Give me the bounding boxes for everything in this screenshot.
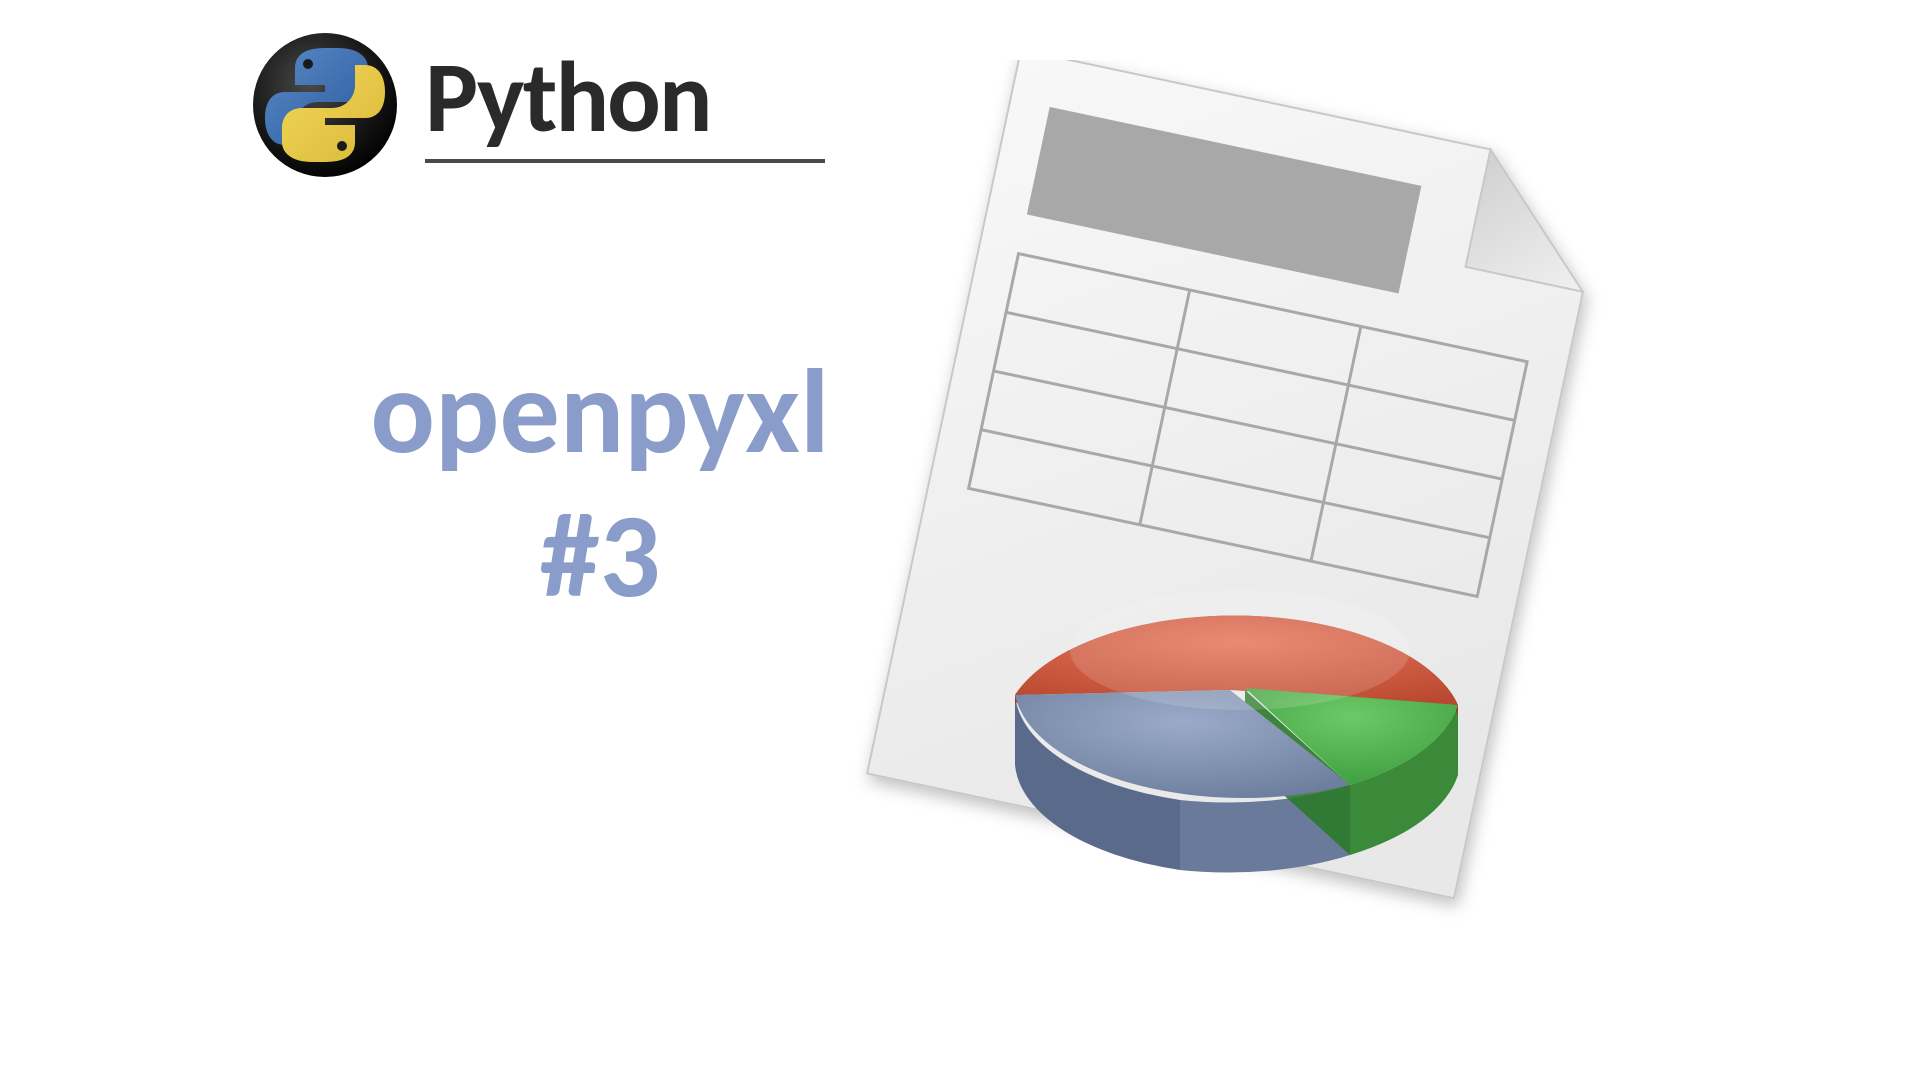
title-line-2: #3 <box>320 484 880 628</box>
python-logo-text: Python <box>425 47 825 147</box>
title-line-1: openpyxl <box>320 340 880 484</box>
python-logo-block: Python <box>250 30 825 180</box>
python-logo-icon <box>250 30 400 180</box>
python-text-wrap: Python <box>425 47 825 163</box>
main-title: openpyxl #3 <box>320 340 880 628</box>
spreadsheet-pie-graphic <box>820 60 1620 960</box>
logo-underline <box>425 159 825 163</box>
